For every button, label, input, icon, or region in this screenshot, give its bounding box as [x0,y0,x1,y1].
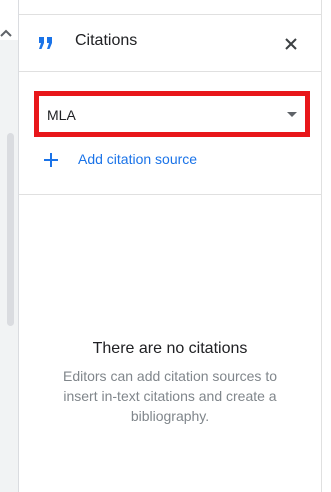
citation-style-value: MLA [47,107,76,123]
document-side-strip [0,0,19,492]
close-icon[interactable] [281,34,301,54]
plus-icon [44,153,58,167]
panel-header: Citations [19,14,321,72]
citation-style-dropdown[interactable]: MLA [34,91,310,137]
chevron-up-icon[interactable] [0,28,12,38]
empty-state-title: There are no citations [92,340,248,357]
citations-panel: Citations MLA Add citation source There … [19,0,321,492]
quote-icon [39,37,52,49]
empty-state-description: Editors can add citation sources to inse… [62,368,277,424]
scrollbar-thumb[interactable] [7,133,14,326]
divider [19,194,321,195]
app-root: Citations MLA Add citation source There … [0,0,331,492]
right-edge [321,0,331,492]
panel-title: Citations [75,32,138,49]
add-citation-source-button[interactable]: Add citation source [43,148,243,172]
caret-down-icon [287,112,297,117]
add-citation-source-label: Add citation source [78,151,198,167]
